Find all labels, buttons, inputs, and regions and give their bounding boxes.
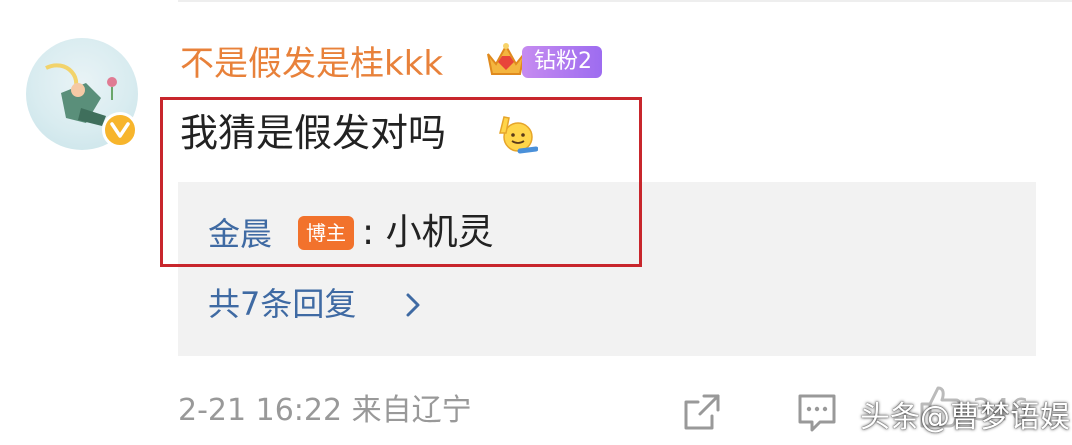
- chevron-right-icon[interactable]: [400, 292, 426, 318]
- highlight-box: [160, 97, 642, 267]
- top-divider: [178, 0, 1072, 2]
- view-replies-link[interactable]: 共7条回复: [208, 282, 356, 326]
- username[interactable]: 不是假发是桂kkk: [180, 42, 443, 86]
- verified-icon: [102, 112, 138, 148]
- share-icon[interactable]: [682, 392, 722, 432]
- comment-meta: 2-21 16:22 来自辽宁: [178, 393, 472, 428]
- fan-badge: 钻粉2: [522, 46, 602, 78]
- comment-icon[interactable]: [796, 392, 838, 434]
- watermark: 头条@曹梦语娱: [860, 400, 1070, 435]
